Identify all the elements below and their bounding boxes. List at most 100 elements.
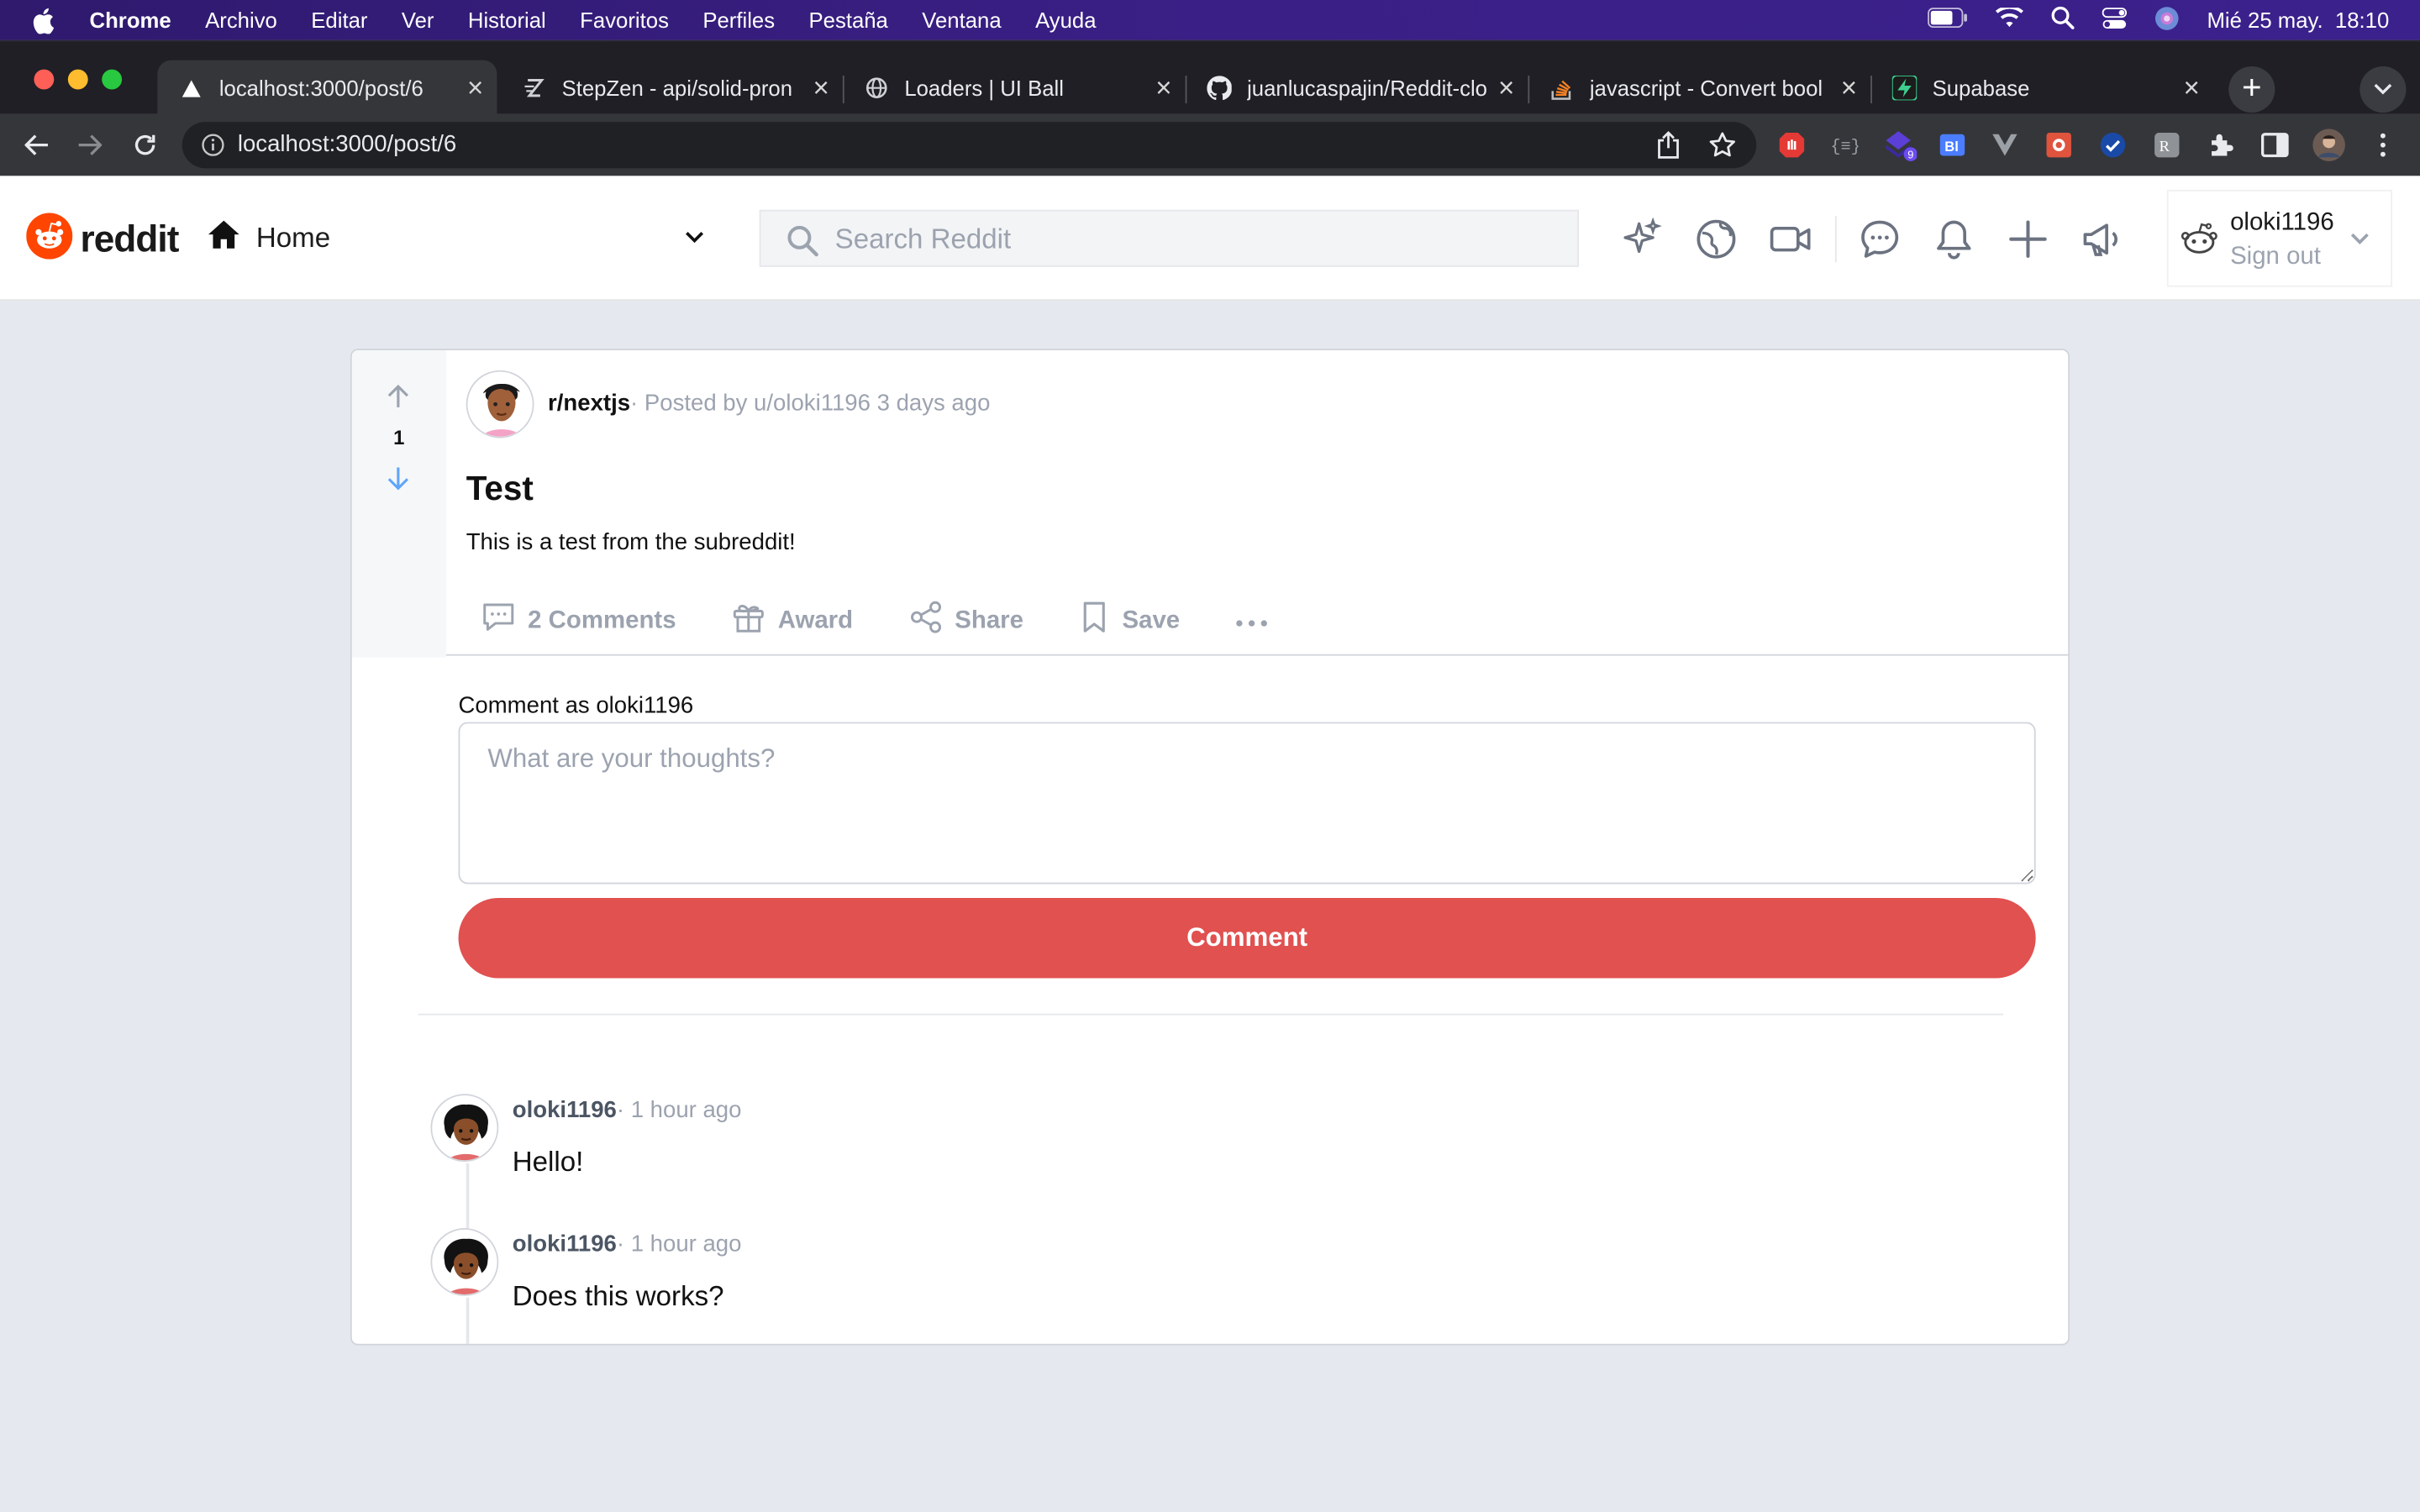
menu-ayuda[interactable]: Ayuda xyxy=(1035,8,1096,32)
adblock-extension-icon[interactable] xyxy=(1775,128,1808,161)
comments-button[interactable]: 2 Comments xyxy=(481,600,676,642)
reddit-header: reddit Home oloki1196 Sign out xyxy=(0,176,2420,302)
menu-ventana[interactable]: Ventana xyxy=(922,8,1001,32)
new-tab-button[interactable]: + xyxy=(2228,66,2275,113)
sign-out-link[interactable]: Sign out xyxy=(2230,244,2321,271)
menu-perfiles[interactable]: Perfiles xyxy=(702,8,775,32)
award-button[interactable]: Award xyxy=(732,600,853,642)
vote-count: 1 xyxy=(393,425,405,449)
address-url[interactable]: localhost:3000/post/6 xyxy=(238,131,456,157)
check-extension-icon[interactable] xyxy=(2096,128,2129,161)
tab-loaders[interactable]: Loaders | UI Ball × xyxy=(843,60,1187,116)
subreddit-link[interactable]: r/nextjs xyxy=(548,391,630,417)
menu-datetime[interactable]: Mié 25 may. 18:10 xyxy=(2207,8,2389,32)
close-window-button[interactable] xyxy=(34,69,55,90)
tab-github[interactable]: juanlucaspajin/Reddit-clo × xyxy=(1186,60,1530,116)
close-tab-icon[interactable]: × xyxy=(1837,71,1861,104)
translate-extension-icon[interactable]: Bl xyxy=(1935,128,1969,161)
close-tab-icon[interactable]: × xyxy=(463,71,487,104)
search-input[interactable] xyxy=(834,220,1545,258)
sparkles-icon[interactable] xyxy=(1619,216,1665,262)
user-menu[interactable]: oloki1196 Sign out xyxy=(2166,189,2392,287)
wifi-icon[interactable] xyxy=(1995,5,2023,32)
video-camera-icon[interactable] xyxy=(1767,216,1813,262)
red-extension-icon[interactable] xyxy=(2042,128,2075,161)
forward-arrow-icon[interactable] xyxy=(74,129,105,160)
upvote-arrow-icon[interactable] xyxy=(387,384,409,417)
extensions-puzzle-icon[interactable] xyxy=(2204,128,2238,161)
address-bar[interactable]: localhost:3000/post/6 xyxy=(182,122,1757,169)
close-tab-icon[interactable]: × xyxy=(808,71,833,104)
comment-avatar[interactable] xyxy=(430,1228,499,1296)
side-panel-icon[interactable] xyxy=(2258,128,2291,161)
home-feed-selector[interactable]: Home xyxy=(207,219,330,258)
comment-textarea[interactable] xyxy=(458,722,2036,885)
megaphone-icon[interactable] xyxy=(2079,216,2125,262)
gray-extension-icon[interactable]: R xyxy=(2150,128,2184,161)
comments-label: 2 Comments xyxy=(528,606,676,633)
spotlight-search-icon[interactable] xyxy=(2051,6,2075,34)
tab-stepzen[interactable]: StepZen - api/solid-pron × xyxy=(500,60,844,116)
search-bar[interactable] xyxy=(759,209,1579,267)
control-center-icon[interactable] xyxy=(2102,7,2127,33)
vue-devtools-icon[interactable] xyxy=(1988,128,2022,161)
post-byline: · Posted by u/oloki1196 3 days ago xyxy=(630,390,991,417)
save-button[interactable]: Save xyxy=(1079,600,1180,642)
downvote-arrow-icon[interactable] xyxy=(387,466,409,499)
comment-author[interactable]: oloki1196 xyxy=(513,1231,617,1257)
svg-text:9: 9 xyxy=(1907,148,1913,160)
back-arrow-icon[interactable] xyxy=(22,129,53,160)
tab-supabase[interactable]: Supabase × xyxy=(1870,60,2213,116)
menu-editar[interactable]: Editar xyxy=(311,8,367,32)
chat-bubble-icon[interactable] xyxy=(1857,216,1903,262)
zoom-window-button[interactable] xyxy=(102,69,123,90)
plus-icon[interactable] xyxy=(2005,216,2051,262)
post-author-avatar[interactable] xyxy=(466,370,534,438)
close-tab-icon[interactable]: × xyxy=(1151,71,1176,104)
battery-icon[interactable] xyxy=(1928,8,1968,32)
chevron-down-icon[interactable] xyxy=(2348,228,2372,256)
share-page-icon[interactable] xyxy=(1656,131,1681,166)
chevron-down-icon[interactable] xyxy=(682,227,707,255)
close-tab-icon[interactable]: × xyxy=(2179,71,2203,104)
menu-archivo[interactable]: Archivo xyxy=(205,8,277,32)
comment-author[interactable]: oloki1196 xyxy=(513,1097,617,1123)
comment-avatar[interactable] xyxy=(430,1094,499,1163)
chrome-menu-icon[interactable] xyxy=(2366,128,2400,161)
braces-extension-icon[interactable]: {≡} xyxy=(1828,128,1861,161)
menu-pestana[interactable]: Pestaña xyxy=(809,8,888,32)
menu-historial[interactable]: Historial xyxy=(468,8,546,32)
profile-avatar-icon[interactable] xyxy=(2312,128,2345,161)
apple-icon[interactable] xyxy=(33,7,57,34)
reddit-logo[interactable]: reddit xyxy=(26,213,179,266)
share-button[interactable]: Share xyxy=(908,600,1023,642)
window-controls xyxy=(34,69,123,90)
tab-localhost[interactable]: localhost:3000/post/6 × xyxy=(157,60,497,116)
gift-icon xyxy=(732,600,778,642)
menu-app-name[interactable]: Chrome xyxy=(90,8,171,32)
comment-thread-line xyxy=(466,1297,470,1344)
comment-submit-button[interactable]: Comment xyxy=(458,897,2036,979)
more-options-button[interactable] xyxy=(1235,607,1281,635)
tab-title: Loaders | UI Ball xyxy=(904,76,1064,101)
notification-bell-icon[interactable] xyxy=(1931,216,1977,262)
post-actions: 2 Comments Award Share Save xyxy=(481,600,1281,642)
minimize-window-button[interactable] xyxy=(67,69,88,90)
post-body: This is a test from the subreddit! xyxy=(466,529,796,556)
purple-extension-icon[interactable]: 9 xyxy=(1883,128,1918,161)
post-meta: r/nextjs· Posted by u/oloki1196 3 days a… xyxy=(548,391,990,417)
post-card: 1 r/nextjs· Posted by u/oloki1196 3 days… xyxy=(350,349,2070,1346)
siri-icon[interactable] xyxy=(2154,5,2179,34)
menu-ver[interactable]: Ver xyxy=(402,8,434,32)
bookmark-star-icon[interactable] xyxy=(1708,131,1736,165)
tab-search-button[interactable] xyxy=(2360,66,2407,113)
menu-favoritos[interactable]: Favoritos xyxy=(580,8,669,32)
close-tab-icon[interactable]: × xyxy=(1494,71,1518,104)
browser-toolbar: localhost:3000/post/6 {≡} 9 Bl R xyxy=(0,113,2420,176)
divider xyxy=(418,1013,2004,1016)
home-label: Home xyxy=(255,222,331,254)
globe-icon[interactable] xyxy=(1693,216,1739,262)
tab-stackoverflow[interactable]: javascript - Convert bool × xyxy=(1528,60,1872,116)
site-info-icon[interactable] xyxy=(201,133,225,165)
reload-icon[interactable] xyxy=(129,129,160,160)
